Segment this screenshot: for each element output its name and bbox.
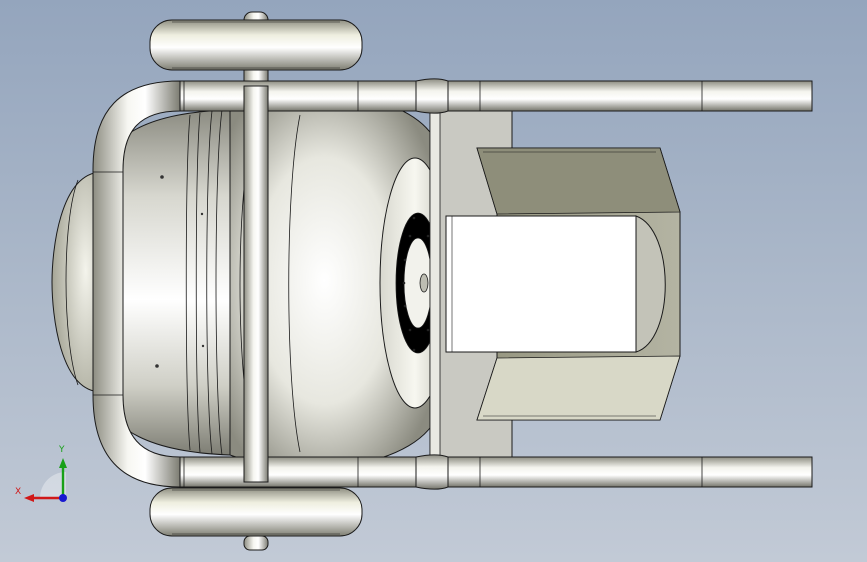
inner-housing[interactable] bbox=[445, 215, 666, 353]
y-axis-label: Y bbox=[58, 445, 65, 455]
frame-tube-top[interactable] bbox=[179, 78, 813, 114]
bottom-wheel[interactable] bbox=[149, 477, 363, 551]
frame-tube-bottom[interactable] bbox=[179, 454, 813, 490]
x-axis-label: X bbox=[15, 487, 21, 497]
graphics-viewport[interactable]: Y X bbox=[0, 0, 867, 562]
3d-model-view[interactable] bbox=[0, 0, 867, 562]
y-axis-arrowhead bbox=[59, 458, 67, 468]
axis-triad: Y X bbox=[15, 445, 67, 502]
x-axis-arrowhead bbox=[24, 494, 34, 502]
top-wheel[interactable] bbox=[149, 11, 363, 87]
z-axis-dot bbox=[59, 494, 67, 502]
frame-crossbar[interactable] bbox=[243, 85, 269, 483]
